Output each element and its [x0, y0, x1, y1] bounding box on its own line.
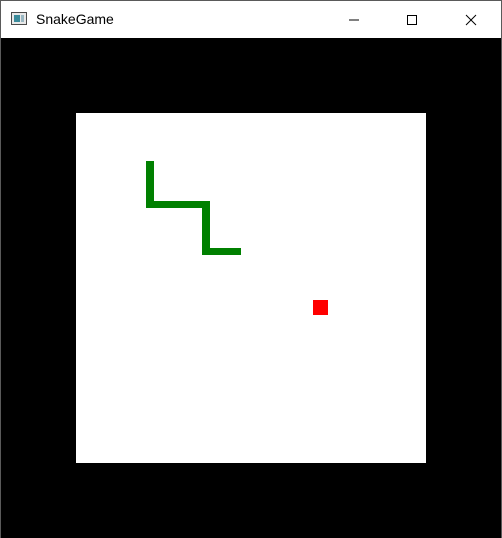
maximize-icon — [407, 14, 417, 25]
game-canvas[interactable] — [1, 38, 501, 538]
snake-segment — [146, 201, 210, 208]
food-item — [313, 300, 328, 315]
close-button[interactable] — [448, 1, 494, 38]
snake-segment — [202, 248, 241, 255]
close-icon — [465, 14, 477, 25]
play-area — [76, 113, 426, 463]
minimize-icon — [349, 19, 359, 20]
minimize-button[interactable] — [331, 1, 377, 38]
maximize-button[interactable] — [389, 1, 435, 38]
title-bar[interactable]: SnakeGame — [1, 1, 501, 38]
snake-segment — [202, 201, 210, 249]
app-window-icon — [11, 12, 27, 25]
window-title: SnakeGame — [36, 11, 114, 27]
snake-game-window: SnakeGame — [0, 0, 502, 538]
